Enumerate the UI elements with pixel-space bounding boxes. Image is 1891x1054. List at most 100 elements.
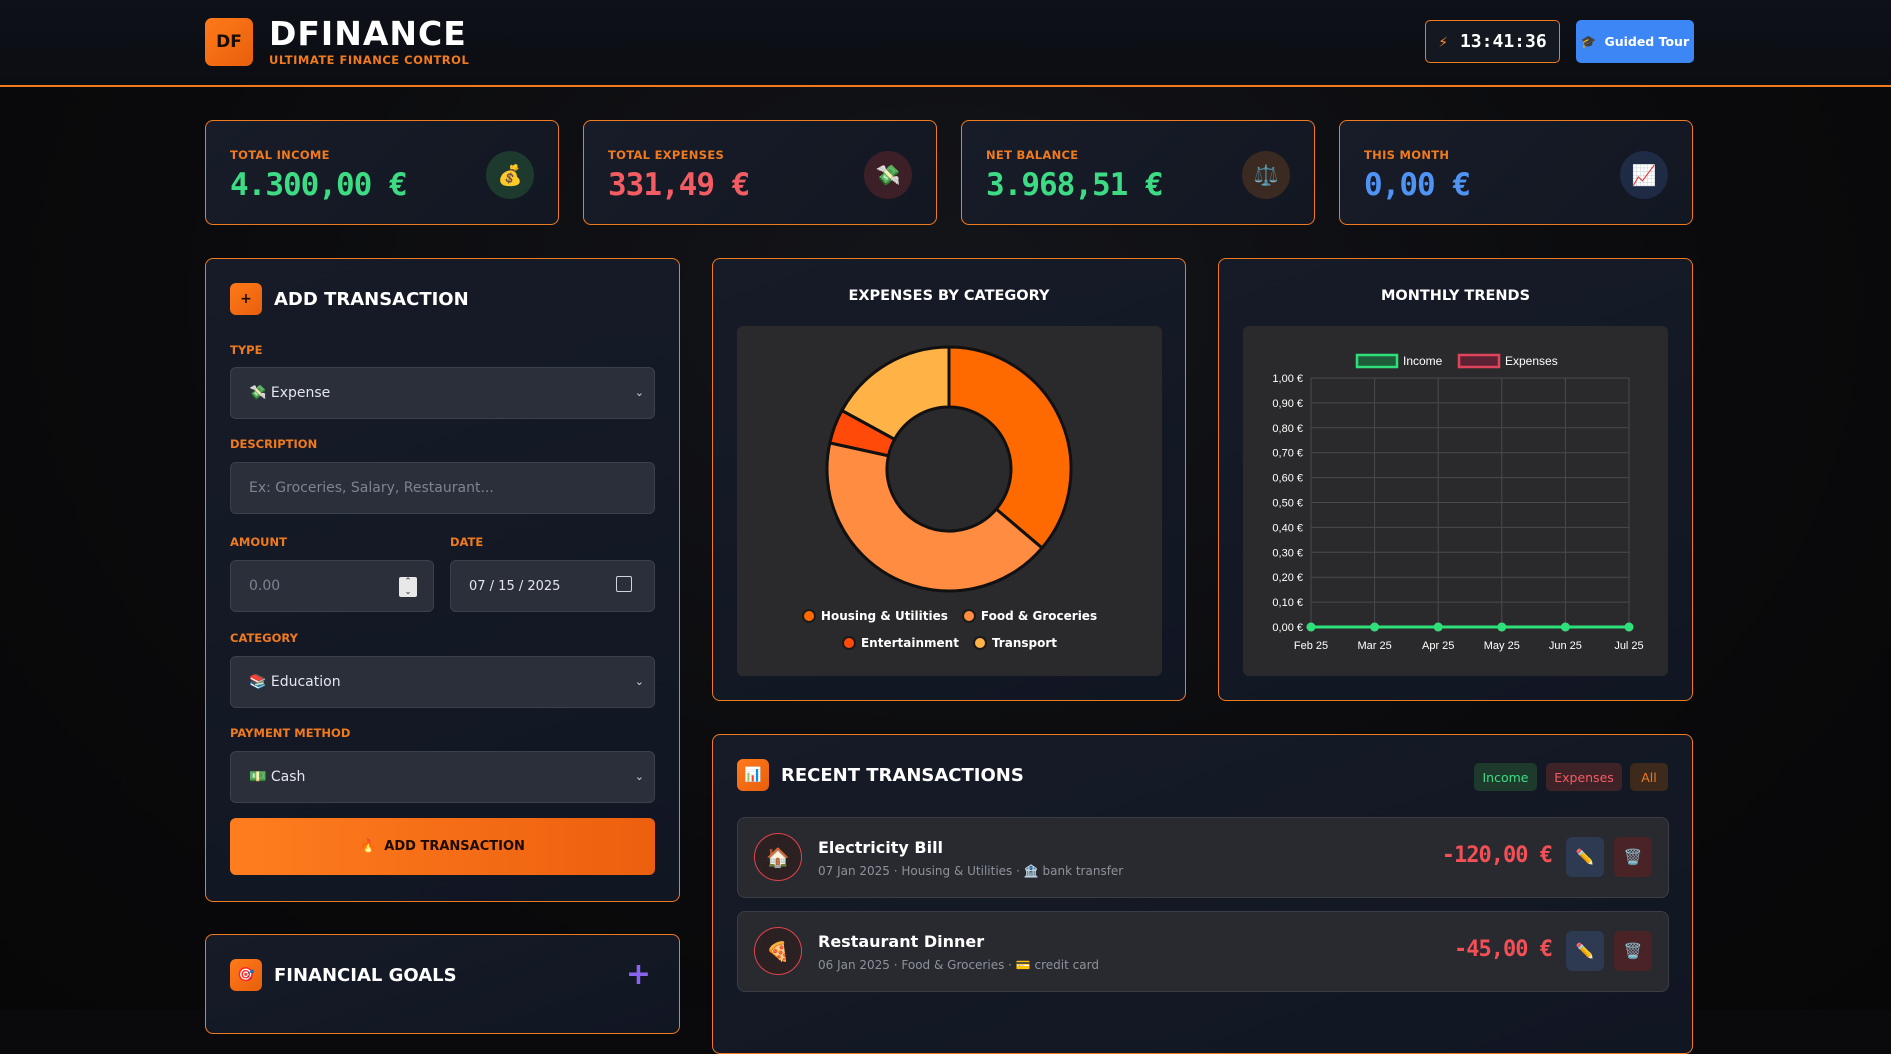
trash-icon: 🗑️ [1623,942,1643,960]
x-tick-label: May 25 [1484,640,1520,652]
amount-placeholder: 0.00 [249,578,281,594]
filter-all-button[interactable]: All [1630,763,1668,791]
donut-legend-row-2: Entertainment Transport [737,636,1162,650]
description-input[interactable]: Ex: Groceries, Salary, Restaurant... [230,462,655,514]
pencil-icon: ✏️ [1575,848,1595,866]
y-tick-label: 0,90 € [1272,398,1303,410]
transaction-row[interactable]: 🏠 Electricity Bill 07 Jan 2025 · Housing &… [737,817,1669,898]
trends-chart-area: Income Expenses 1,00 € 0,90 € 0,80 € 0,70 € 0,… [1243,326,1668,676]
stat-label: THIS MONTH [1364,148,1450,162]
y-tick-label: 0,50 € [1272,498,1303,510]
donut-slice-housing-utilities[interactable] [947,345,1073,551]
stat-card: TOTAL EXPENSES 331,49 € 💸 [583,120,937,225]
y-tick-label: 0,70 € [1272,448,1303,460]
legend-dot [841,636,856,650]
edit-button[interactable]: ✏️ [1566,931,1604,971]
expenses-chart-title: EXPENSES BY CATEGORY [848,288,1050,304]
legend-entertainment[interactable]: Entertainment [841,636,959,650]
series-point-income[interactable] [1370,622,1380,632]
stat-label: TOTAL EXPENSES [608,148,725,162]
delete-button[interactable]: 🗑️ [1614,837,1652,877]
lightning-icon: ⚡ [1438,32,1448,51]
legend-dot [801,609,816,623]
series-point-income[interactable] [1433,622,1443,632]
add-transaction-title: ADD TRANSACTION [274,289,469,310]
type-value: 💸 Expense [249,385,331,401]
y-tick-label: 0,00 € [1272,622,1303,634]
legend-label: Transport [991,636,1057,650]
amount-input[interactable]: 0.00 ⌃ ⌄ [230,560,434,612]
legend-dot [961,609,976,623]
date-input[interactable]: 07 / 15 / 2025 [450,560,655,612]
recent-transactions-panel: 📊 RECENT TRANSACTIONS Income Expenses Al… [712,734,1693,1054]
filter-expenses-button[interactable]: Expenses [1546,763,1622,791]
payment-method-value: 💵 Cash [249,769,306,785]
category-select[interactable]: 📚 Education ⌄ [230,656,655,708]
stat-value: 4.300,00 € [230,167,408,203]
y-tick-label: 0,60 € [1272,473,1303,485]
legend-expenses-swatch[interactable] [1457,353,1501,369]
category-value: 📚 Education [249,674,341,690]
trends-chart-title: MONTHLY TRENDS [1380,288,1531,304]
bar-chart-icon: 📊 [737,759,769,791]
trash-icon: 🗑️ [1623,848,1643,866]
chevron-down-icon: ⌄ [634,675,644,688]
stat-card: NET BALANCE 3.968,51 € ⚖️ [961,120,1315,225]
guided-tour-label: Guided Tour [1604,34,1690,49]
money-bag-icon: 💰 [486,151,534,199]
amount-label: AMOUNT [230,535,287,549]
transaction-name: Restaurant Dinner [818,932,985,951]
stepper-icon[interactable]: ⌃ ⌄ [399,577,417,597]
legend-income-swatch[interactable] [1355,353,1399,369]
add-goal-button[interactable]: + [626,957,651,992]
series-point-income[interactable] [1624,622,1634,632]
date-value: 07 / 15 / 2025 [469,578,561,594]
edit-button[interactable]: ✏️ [1566,837,1604,877]
legend-label: Food & Groceries [980,609,1098,623]
payment-method-select[interactable]: 💵 Cash ⌄ [230,751,655,803]
legend-transport[interactable]: Transport [972,636,1057,650]
stat-value: 331,49 € [608,167,750,203]
house-icon: 🏠 [754,833,802,881]
legend-food[interactable]: Food & Groceries [961,609,1098,623]
balance-scale-icon: ⚖️ [1242,151,1290,199]
target-icon: 🎯 [230,959,262,991]
legend-label: Housing & Utilities [820,609,948,623]
series-point-income[interactable] [1306,622,1316,632]
add-transaction-button-label: ADD TRANSACTION [384,839,525,854]
series-point-income[interactable] [1560,622,1570,632]
calendar-icon[interactable] [616,576,632,592]
donut-legend-row-1: Housing & Utilities Food & Groceries [737,609,1162,623]
delete-button[interactable]: 🗑️ [1614,931,1652,971]
x-tick-label: Jun 25 [1549,640,1582,652]
expenses-chart-area: Housing & Utilities Food & Groceries Ent… [737,326,1162,676]
stat-label: TOTAL INCOME [230,148,330,162]
y-tick-label: 0,20 € [1272,572,1303,584]
stat-card: THIS MONTH 0,00 € 📈 [1339,120,1693,225]
expenses-by-category-panel: EXPENSES BY CATEGORY Housing & Utilities… [712,258,1186,701]
legend-label: Entertainment [860,636,959,650]
transaction-name: Electricity Bill [818,838,944,857]
filter-income-button[interactable]: Income [1474,763,1537,791]
add-transaction-panel: + ADD TRANSACTION TYPE 💸 Expense ⌄ DESCR… [205,258,680,902]
logo-badge: DF [205,18,253,66]
type-select[interactable]: 💸 Expense ⌄ [230,367,655,419]
clock-display: ⚡ 13:41:36 [1425,20,1560,63]
y-tick-label: 0,40 € [1272,522,1303,534]
legend-dot [972,636,987,650]
series-point-income[interactable] [1497,622,1507,632]
brand-subtitle: ULTIMATE FINANCE CONTROL [269,53,470,67]
stat-value: 3.968,51 € [986,167,1164,203]
guided-tour-button[interactable]: 🎓 Guided Tour [1576,20,1694,63]
app-header: DF DFINANCE ULTIMATE FINANCE CONTROL ⚡ 1… [0,0,1891,87]
description-label: DESCRIPTION [230,437,318,451]
add-transaction-button[interactable]: 🔥 ADD TRANSACTION [230,818,655,875]
pencil-icon: ✏️ [1575,942,1595,960]
legend-housing[interactable]: Housing & Utilities [801,609,948,623]
brand-title: DFINANCE [269,14,467,53]
stat-card: TOTAL INCOME 4.300,00 € 💰 [205,120,559,225]
y-tick-label: 0,10 € [1272,597,1303,609]
transaction-amount: -45,00 € [1454,937,1553,962]
financial-goals-panel: 🎯 FINANCIAL GOALS + [205,934,680,1034]
transaction-row[interactable]: 🍕 Restaurant Dinner 06 Jan 2025 · Food & G… [737,911,1669,992]
